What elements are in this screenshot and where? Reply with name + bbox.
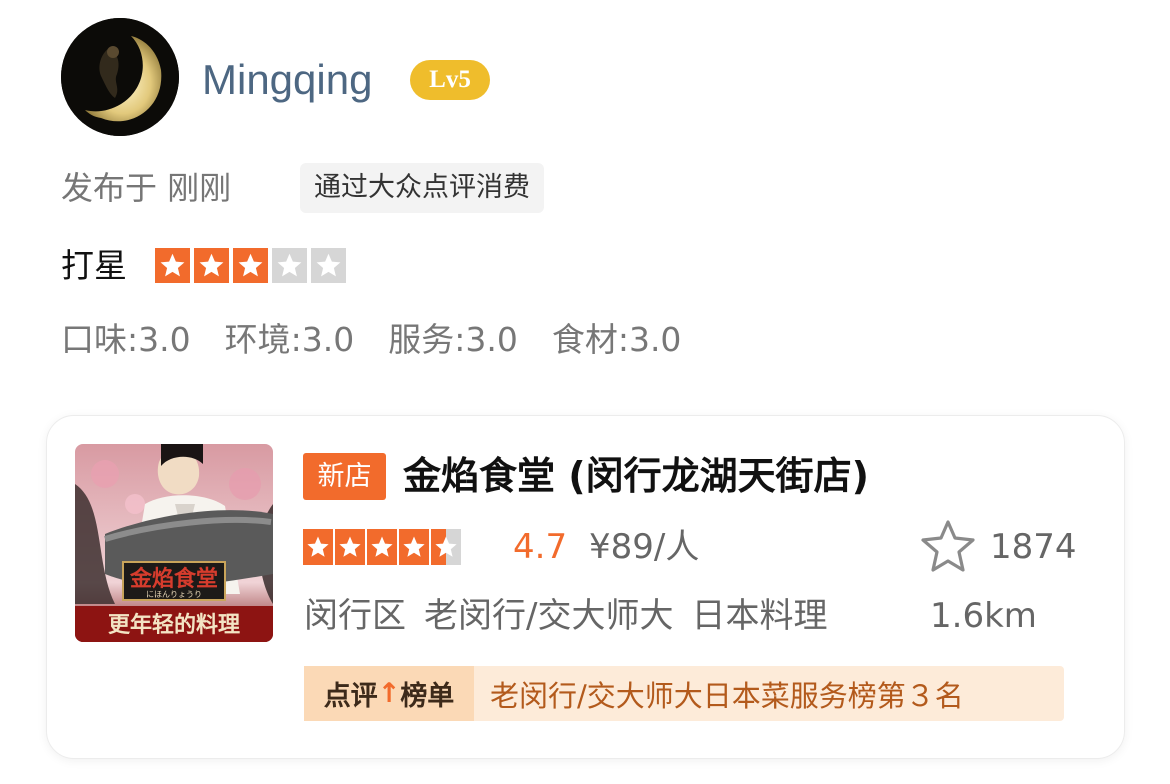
level-badge: Lv5 [410,60,490,100]
ranking-bar[interactable]: 点评 ↑ 榜单 老闵行/交大师大日本菜服务榜第３名 [304,666,1064,721]
avatar[interactable] [61,18,179,136]
shop-image[interactable]: 金焰食堂 にほんりょうり 更年轻的料理 [75,444,273,642]
rating-star-1 [155,248,190,283]
sub-score-ingredients: 食材:3.0 [551,320,682,359]
shop-sign-subtext: にほんりょうり [146,590,202,599]
shop-thumbnail: 金焰食堂 にほんりょうり 更年轻的料理 [75,444,273,642]
ranking-text: 老闵行/交大师大日本菜服务榜第３名 [490,678,964,713]
shop-name[interactable]: 金焰食堂 (闵行龙湖天街店) [403,446,869,506]
sub-score-taste: 口味:3.0 [61,320,191,359]
shop-distance: 1.6km [930,596,1037,636]
ranking-label-pre: 点评 [323,681,378,712]
rating-label: 打星 [61,246,127,285]
sub-score-environment: 环境:3.0 [224,320,355,359]
rating-star-2 [194,248,229,283]
shop-star-3 [367,529,397,565]
shop-cuisine: 日本料理 [691,596,828,636]
shop-score: 4.7 [513,527,568,567]
shop-price: ¥89/人 [589,527,700,567]
rating-star-3 [233,248,268,283]
via-tag: 通过大众点评消费 [300,163,544,213]
shop-star-4 [399,529,429,565]
rating-stars [155,248,346,283]
favorite-count: 1874 [990,527,1077,567]
shop-tagline: 更年轻的料理 [108,612,240,638]
shop-star-2 [335,529,365,565]
ranking-label: 点评 ↑ 榜单 [304,666,474,721]
sub-score-service: 服务:3.0 [388,320,518,359]
shop-location: 闵行区 老闵行/交大师大 日本料理 [304,590,827,642]
shop-stars [303,529,461,565]
shop-star-5 [431,529,461,565]
moon-avatar-icon [61,18,179,136]
rating-star-5 [311,248,346,283]
ranking-label-post: 榜单 [400,681,455,712]
favorite-star-icon[interactable] [920,519,976,573]
shop-area: 老闵行/交大师大 [424,596,674,636]
shop-district: 闵行区 [304,596,406,636]
ranking-arrow-icon: ↑ [377,678,401,709]
sub-scores: 口味:3.0 环境:3.0 服务:3.0 食材:3.0 [61,316,681,364]
shop-star-1 [303,529,333,565]
new-shop-badge: 新店 [303,453,386,500]
post-time: 发布于 刚刚 [61,169,232,207]
username[interactable]: Mingqing [202,50,372,110]
rating-star-4 [272,248,307,283]
shop-sign-text: 金焰食堂 [129,566,218,592]
